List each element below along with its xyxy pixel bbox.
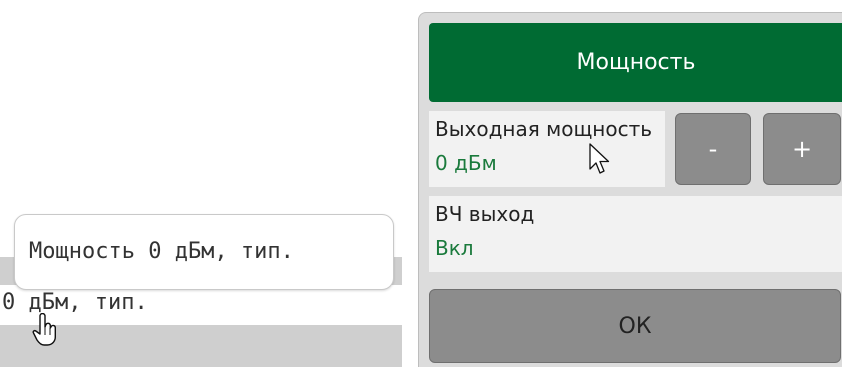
- rf-output-field[interactable]: ВЧ выход Вкл: [429, 196, 842, 272]
- increment-label: +: [791, 135, 813, 163]
- ok-button[interactable]: ОК: [429, 289, 841, 363]
- hand-pointer-icon: [32, 312, 58, 351]
- ok-label: ОК: [618, 313, 652, 339]
- tooltip: Мощность 0 дБм, тип.: [14, 214, 394, 290]
- output-power-field[interactable]: Выходная мощность 0 дБм: [429, 111, 665, 187]
- dialog-title-bar: Мощность: [429, 23, 842, 102]
- decrement-label: -: [708, 135, 718, 163]
- increment-button[interactable]: +: [763, 113, 841, 185]
- rf-output-value: Вкл: [435, 236, 474, 260]
- tooltip-text: Мощность 0 дБм, тип.: [29, 239, 294, 264]
- power-dialog: Мощность Выходная мощность 0 дБм - + ВЧ …: [418, 12, 842, 367]
- output-power-value: 0 дБм: [435, 151, 497, 175]
- dialog-title: Мощность: [576, 50, 696, 75]
- table-row-highlight-bottom: [0, 325, 402, 367]
- mouse-arrow-icon: [589, 143, 611, 179]
- rf-output-label: ВЧ выход: [435, 202, 535, 226]
- table-cell-power[interactable]: 0 дБм, тип.: [2, 290, 148, 315]
- decrement-button[interactable]: -: [675, 113, 751, 185]
- output-power-label: Выходная мощность: [435, 117, 653, 141]
